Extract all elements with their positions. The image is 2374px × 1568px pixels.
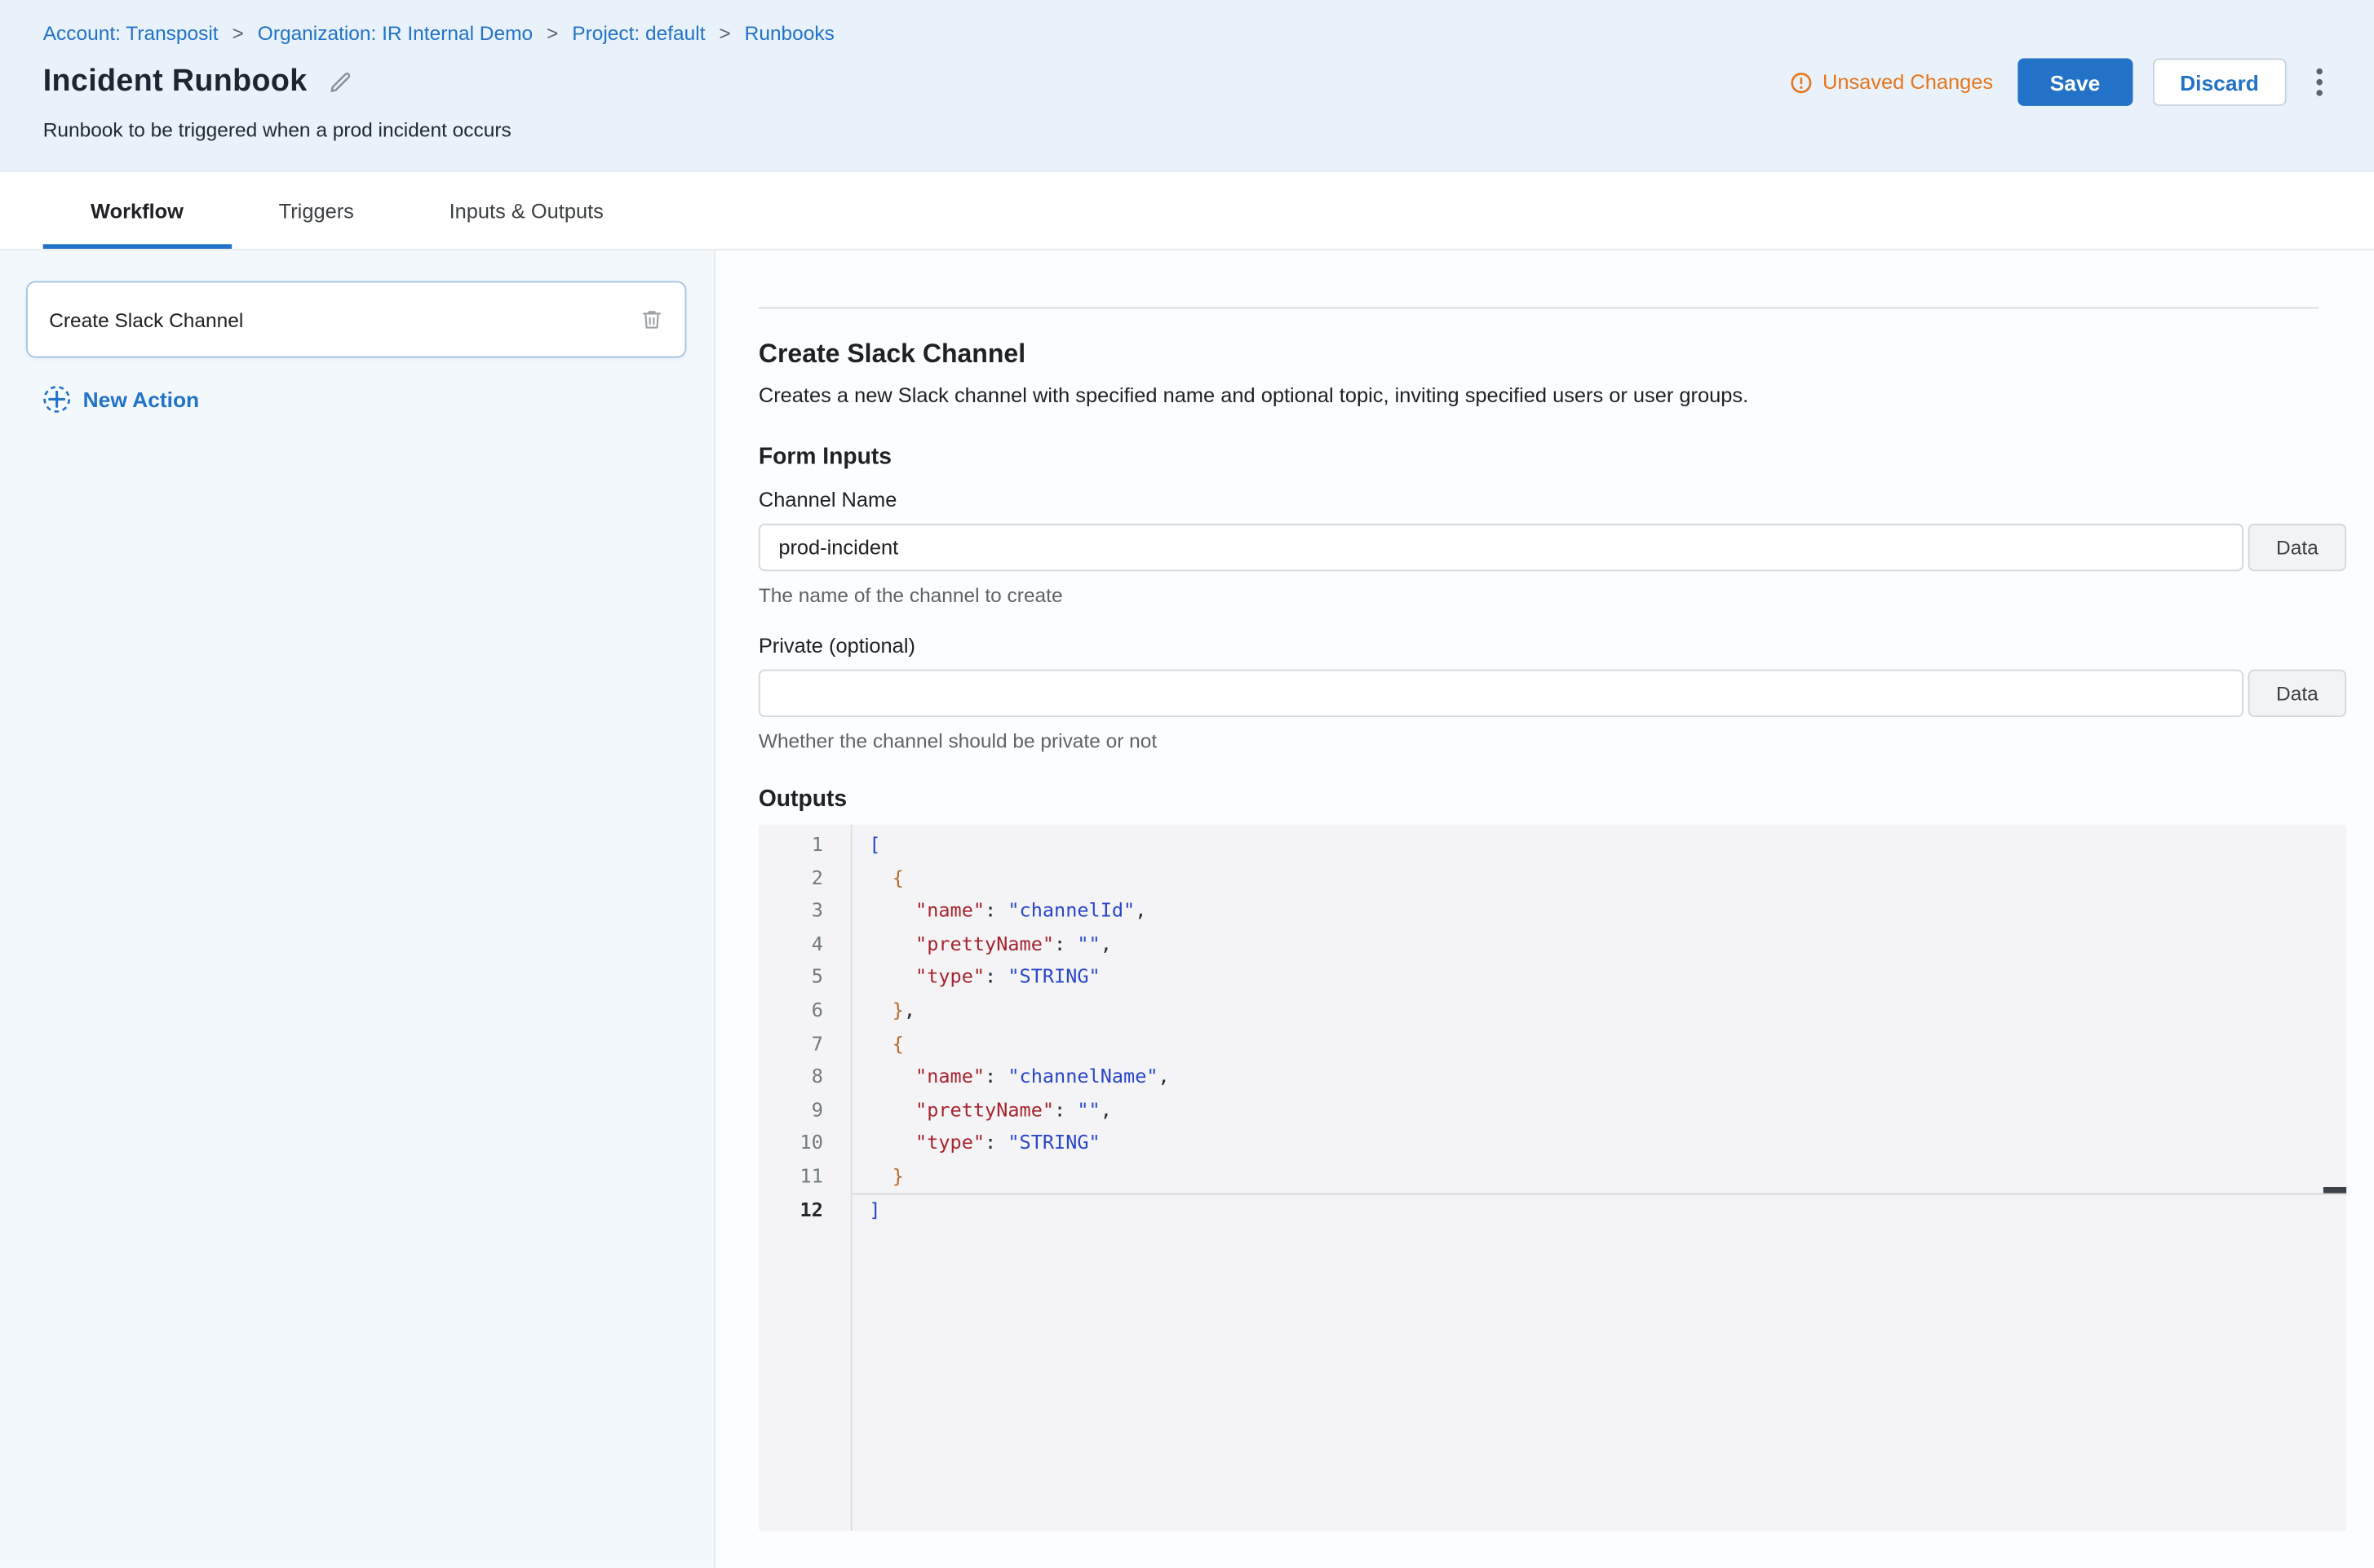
plus-circle-icon [42, 384, 73, 415]
line-number: 8 [759, 1060, 823, 1093]
page-subtitle: Runbook to be triggered when a prod inci… [43, 118, 2332, 141]
code-line: 5 "type": "STRING" [759, 960, 2346, 994]
code-line: 4 "prettyName": "", [759, 927, 2346, 960]
line-number: 9 [759, 1093, 823, 1127]
private-input-row: Data [759, 670, 2346, 717]
page-header: Account: Transposit > Organization: IR I… [0, 0, 2374, 172]
channel-name-field: Channel Name Data The name of the channe… [759, 489, 2346, 607]
code-line: 7 { [759, 1026, 2346, 1060]
line-number: 6 [759, 994, 823, 1027]
tab-inputs-outputs[interactable]: Inputs & Outputs [401, 172, 651, 249]
line-number: 5 [759, 960, 823, 994]
line-number: 1 [759, 828, 823, 862]
line-number: 12 [759, 1193, 823, 1226]
app-window: Account: Transposit > Organization: IR I… [0, 0, 2374, 1568]
tab-triggers[interactable]: Triggers [231, 172, 401, 249]
code-text: "name": "channelName", [869, 1060, 1169, 1093]
code-text: { [869, 1026, 904, 1060]
save-button[interactable]: Save [2017, 59, 2133, 106]
code-line: 1[ [759, 828, 2346, 862]
breadcrumb: Account: Transposit > Organization: IR I… [43, 21, 2332, 44]
private-label: Private (optional) [759, 634, 2346, 657]
content-area: Create Slack Channel New Action Create S… [0, 250, 2374, 1568]
private-input[interactable] [759, 670, 2243, 717]
breadcrumb-organization[interactable]: Organization: IR Internal Demo [258, 21, 533, 44]
breadcrumb-runbooks[interactable]: Runbooks [745, 21, 835, 44]
unsaved-changes-label: Unsaved Changes [1823, 71, 1993, 94]
delete-step-button[interactable] [634, 301, 669, 338]
breadcrumb-project[interactable]: Project: default [572, 21, 705, 44]
channel-name-input[interactable] [759, 524, 2243, 571]
code-text: "type": "STRING" [869, 960, 1100, 994]
code-line: 10 "type": "STRING" [759, 1126, 2346, 1159]
code-text: ] [869, 1193, 880, 1226]
channel-name-input-row: Data [759, 524, 2346, 571]
warning-icon [1790, 72, 1811, 93]
code-text: }, [869, 994, 915, 1027]
code-line: 9 "prettyName": "", [759, 1093, 2346, 1127]
page-title: Incident Runbook [43, 64, 308, 100]
code-line: 12] [759, 1193, 2346, 1226]
kebab-icon [2315, 68, 2323, 97]
channel-name-label: Channel Name [759, 489, 2346, 512]
pencil-icon[interactable] [329, 70, 353, 95]
line-number: 11 [759, 1159, 823, 1193]
code-text: } [869, 1159, 904, 1193]
code-line: 11 } [759, 1159, 2346, 1193]
code-line: 8 "name": "channelName", [759, 1060, 2346, 1093]
code-line: 2 { [759, 861, 2346, 894]
breadcrumb-separator: > [547, 21, 558, 44]
line-number: 7 [759, 1026, 823, 1060]
new-action-button[interactable]: New Action [42, 384, 687, 415]
form-inputs-heading: Form Inputs [759, 444, 2346, 470]
action-title: Create Slack Channel [759, 339, 2346, 370]
private-data-button[interactable]: Data [2248, 670, 2346, 717]
outputs-heading: Outputs [759, 786, 2346, 813]
editor-scrollbar-thumb[interactable] [2323, 1187, 2346, 1194]
code-line: 6 }, [759, 994, 2346, 1027]
breadcrumb-separator: > [719, 21, 730, 44]
outputs-code-editor[interactable]: 1[2 {3 "name": "channelId",4 "prettyName… [759, 825, 2346, 1531]
line-number: 10 [759, 1126, 823, 1159]
code-line: 3 "name": "channelId", [759, 894, 2346, 928]
line-number: 4 [759, 927, 823, 960]
private-field: Private (optional) Data Whether the chan… [759, 634, 2346, 752]
breadcrumb-account[interactable]: Account: Transposit [43, 21, 219, 44]
discard-button[interactable]: Discard [2152, 59, 2286, 106]
channel-name-help: The name of the channel to create [759, 583, 2346, 606]
code-text: [ [869, 828, 880, 862]
workflow-step-create-slack-channel[interactable]: Create Slack Channel [26, 281, 686, 357]
code-text: "prettyName": "", [869, 927, 1112, 960]
code-text: "name": "channelId", [869, 894, 1146, 928]
action-description: Creates a new Slack channel with specifi… [759, 383, 2346, 410]
tab-bar: Workflow Triggers Inputs & Outputs [0, 172, 2374, 250]
code-text: "prettyName": "", [869, 1093, 1112, 1127]
action-detail-panel: Create Slack Channel Creates a new Slack… [715, 250, 2374, 1568]
outputs-code-lines: 1[2 {3 "name": "channelId",4 "prettyName… [759, 828, 2346, 1226]
breadcrumb-separator: > [233, 21, 244, 44]
gutter-divider [851, 825, 853, 1531]
more-options-button[interactable] [2308, 64, 2331, 100]
line-number: 3 [759, 894, 823, 928]
trash-icon [640, 307, 663, 331]
new-action-label: New Action [83, 387, 200, 411]
line-number: 2 [759, 861, 823, 894]
workflow-steps-panel: Create Slack Channel New Action [0, 250, 715, 1568]
step-label: Create Slack Channel [49, 308, 243, 330]
channel-name-data-button[interactable]: Data [2248, 524, 2346, 571]
editor-divider [853, 1194, 2346, 1195]
unsaved-changes-badge: Unsaved Changes [1790, 71, 1993, 94]
code-text: "type": "STRING" [869, 1126, 1100, 1159]
code-text: { [869, 861, 904, 894]
divider [759, 307, 2319, 308]
tab-workflow[interactable]: Workflow [43, 172, 232, 249]
title-row: Incident Runbook Unsaved Changes Save Di… [43, 59, 2332, 106]
private-help: Whether the channel should be private or… [759, 729, 2346, 752]
